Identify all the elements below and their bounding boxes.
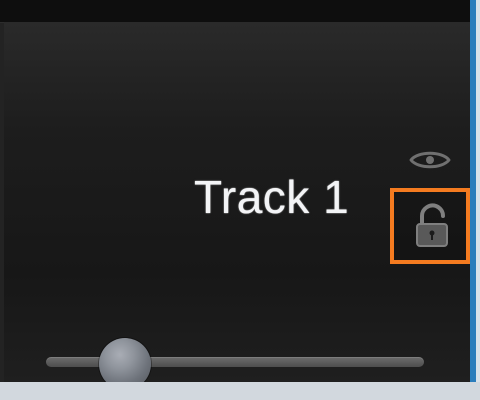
track-header-window: Track 1 <box>0 0 480 400</box>
track-panel: Track 1 <box>4 22 470 382</box>
bottom-strip <box>0 382 480 400</box>
top-bar <box>0 0 472 23</box>
track-name: Track 1 <box>194 171 350 223</box>
lock-open-icon <box>416 203 448 247</box>
volume-slider[interactable] <box>46 338 424 390</box>
lock-toggle[interactable] <box>390 188 470 264</box>
right-border <box>470 0 480 400</box>
eye-icon[interactable] <box>408 146 452 174</box>
